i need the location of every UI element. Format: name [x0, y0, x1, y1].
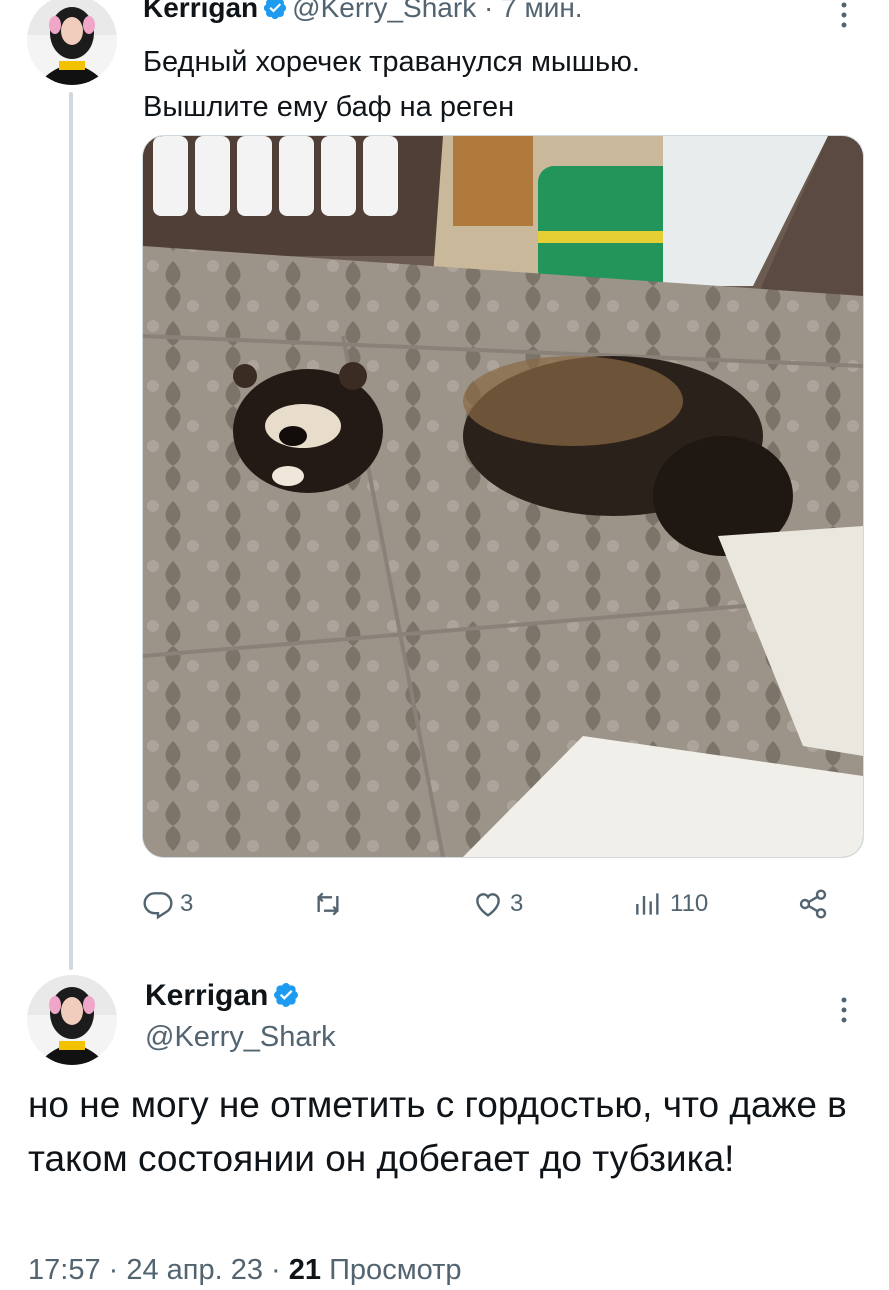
like-count: 3	[510, 890, 524, 917]
separator-dot: ·	[483, 0, 494, 23]
retweet-icon	[317, 892, 339, 916]
share-icon	[799, 889, 827, 919]
tweet-text: но не могу не отметить с гордостью, что …	[28, 1084, 847, 1179]
views-icon	[636, 893, 659, 915]
tweet-text-line: Бедный хоречек траванулся мышью.	[143, 46, 640, 78]
like-icon	[476, 893, 500, 917]
tweet-text-line: Вышлите ему баф на реген	[143, 91, 515, 123]
verified-badge-icon	[274, 983, 299, 1007]
views-button[interactable]: 110	[632, 880, 708, 928]
author-name[interactable]: Kerrigan	[143, 0, 258, 23]
tweet-text: Бедный хоречек траванулся мышью. Вышлите…	[143, 40, 843, 130]
author-handle[interactable]: @Kerry_Shark	[292, 0, 476, 23]
tweet-actions-bar: 3 3 110	[142, 880, 862, 928]
reply-button[interactable]: 3	[142, 880, 193, 928]
reply-count: 3	[180, 890, 194, 917]
tweet-time[interactable]: 7 мин.	[501, 0, 582, 23]
reply-icon	[143, 892, 173, 920]
verified-badge-icon	[264, 0, 287, 20]
ferret-photo-image	[143, 136, 863, 857]
views-number: 21	[288, 1254, 322, 1286]
thread-connector-line	[69, 92, 73, 970]
tweet-photo[interactable]	[142, 135, 864, 858]
tweet-header: Kerrigan @Kerry_Shark · 7 мин.	[143, 0, 583, 25]
views-count: 110	[670, 890, 709, 917]
author-name-row: Kerrigan	[145, 977, 304, 1015]
author-handle[interactable]: @Kerry_Shark	[145, 1018, 336, 1056]
author-avatar[interactable]	[27, 0, 117, 85]
like-button[interactable]: 3	[472, 880, 523, 928]
share-button[interactable]	[797, 880, 829, 928]
author-name[interactable]: Kerrigan	[145, 979, 268, 1012]
tweet-meta: 17:57 · 24 апр. 23 · 21 Просмотр	[28, 1250, 462, 1290]
retweet-button[interactable]	[312, 880, 350, 928]
more-options-icon[interactable]	[839, 0, 849, 30]
tweet-timestamp[interactable]: 17:57 · 24 апр. 23 ·	[28, 1254, 289, 1286]
views-label: Просмотр	[321, 1254, 462, 1286]
more-options-icon[interactable]	[839, 995, 849, 1025]
author-avatar[interactable]	[27, 975, 117, 1065]
